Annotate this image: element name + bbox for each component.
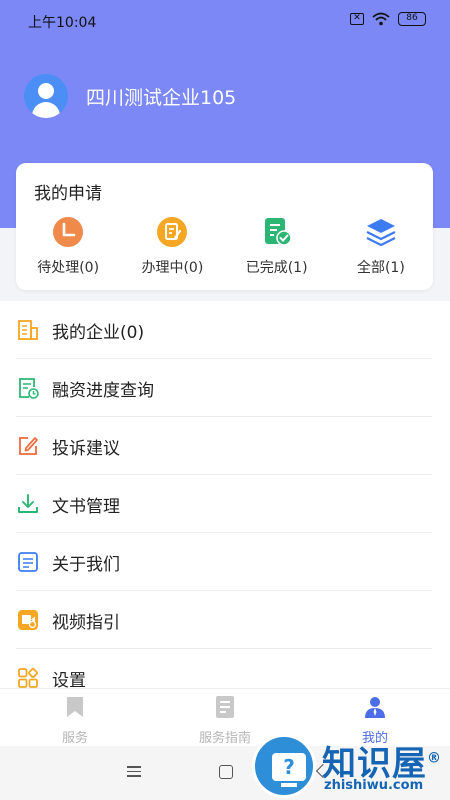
status-time: 上午10:04 (28, 15, 97, 31)
download-icon (16, 492, 40, 516)
application-completed-label: 已完成(1) (245, 260, 308, 276)
battery-icon: 86 (398, 12, 426, 26)
status-icons: ✕ 86 (350, 12, 426, 26)
application-pending-label: 待处理(0) (37, 260, 100, 276)
menu-item-about-us[interactable]: 关于我们 (0, 533, 450, 591)
list-document-icon (16, 550, 40, 574)
menu-label: 我的企业(0) (52, 322, 145, 343)
application-completed[interactable]: 已完成(1) (225, 215, 329, 277)
video-icon (16, 608, 40, 632)
application-all[interactable]: 全部(1) (329, 215, 433, 277)
layers-icon (364, 215, 398, 249)
menu-label: 视频指引 (52, 612, 120, 633)
tab-label: 服务指南 (198, 731, 251, 746)
document-clock-icon (16, 376, 40, 400)
recent-apps-icon[interactable] (127, 766, 141, 780)
menu-label: 融资进度查询 (52, 380, 154, 401)
application-pending[interactable]: 待处理(0) (16, 215, 120, 277)
menu-label: 文书管理 (52, 496, 120, 517)
menu-item-financing-progress[interactable]: 融资进度查询 (0, 359, 450, 417)
profile-header[interactable]: 四川测试企业105 (24, 74, 236, 118)
home-icon[interactable] (219, 765, 233, 779)
watermark-domain: zhishiwu.com (324, 778, 424, 793)
settings-menu: 我的企业(0) 融资进度查询 投诉建议 文书管理 关于我们 视频指引 设置 (0, 301, 450, 707)
menu-item-documents[interactable]: 文书管理 (0, 475, 450, 533)
applications-title: 我的申请 (34, 184, 102, 204)
menu-label: 设置 (52, 670, 86, 691)
tab-service[interactable]: 服务 (0, 689, 150, 746)
menu-label: 投诉建议 (52, 438, 120, 459)
menu-item-my-company[interactable]: 我的企业(0) (0, 301, 450, 359)
wifi-icon (372, 12, 390, 26)
menu-item-video-guide[interactable]: 视频指引 (0, 591, 450, 649)
guide-document-icon (213, 695, 237, 723)
company-name: 四川测试企业105 (86, 86, 237, 109)
tab-label: 服务 (61, 731, 88, 746)
avatar[interactable] (24, 74, 68, 118)
status-bar: 上午10:04 ✕ 86 (0, 0, 450, 40)
watermark-logo-icon: ? (252, 734, 316, 798)
pencil-square-icon (16, 434, 40, 458)
application-processing-label: 办理中(0) (141, 260, 204, 276)
menu-label: 关于我们 (52, 554, 120, 575)
watermark: ? 知识屋® zhishiwu.com (250, 730, 450, 800)
clock-icon (51, 215, 85, 249)
edit-document-icon (155, 215, 189, 249)
applications-card: 我的申请 待处理(0) 办理中(0) 已完成(1) 全部(1) (16, 163, 433, 290)
application-all-label: 全部(1) (356, 260, 405, 276)
grid-settings-icon (16, 666, 40, 690)
menu-item-complaints[interactable]: 投诉建议 (0, 417, 450, 475)
document-check-icon (260, 215, 294, 249)
application-processing[interactable]: 办理中(0) (120, 215, 224, 277)
sim-icon: ✕ (350, 13, 364, 25)
building-icon (16, 318, 40, 342)
bookmark-icon (63, 695, 87, 723)
user-icon (363, 695, 387, 723)
